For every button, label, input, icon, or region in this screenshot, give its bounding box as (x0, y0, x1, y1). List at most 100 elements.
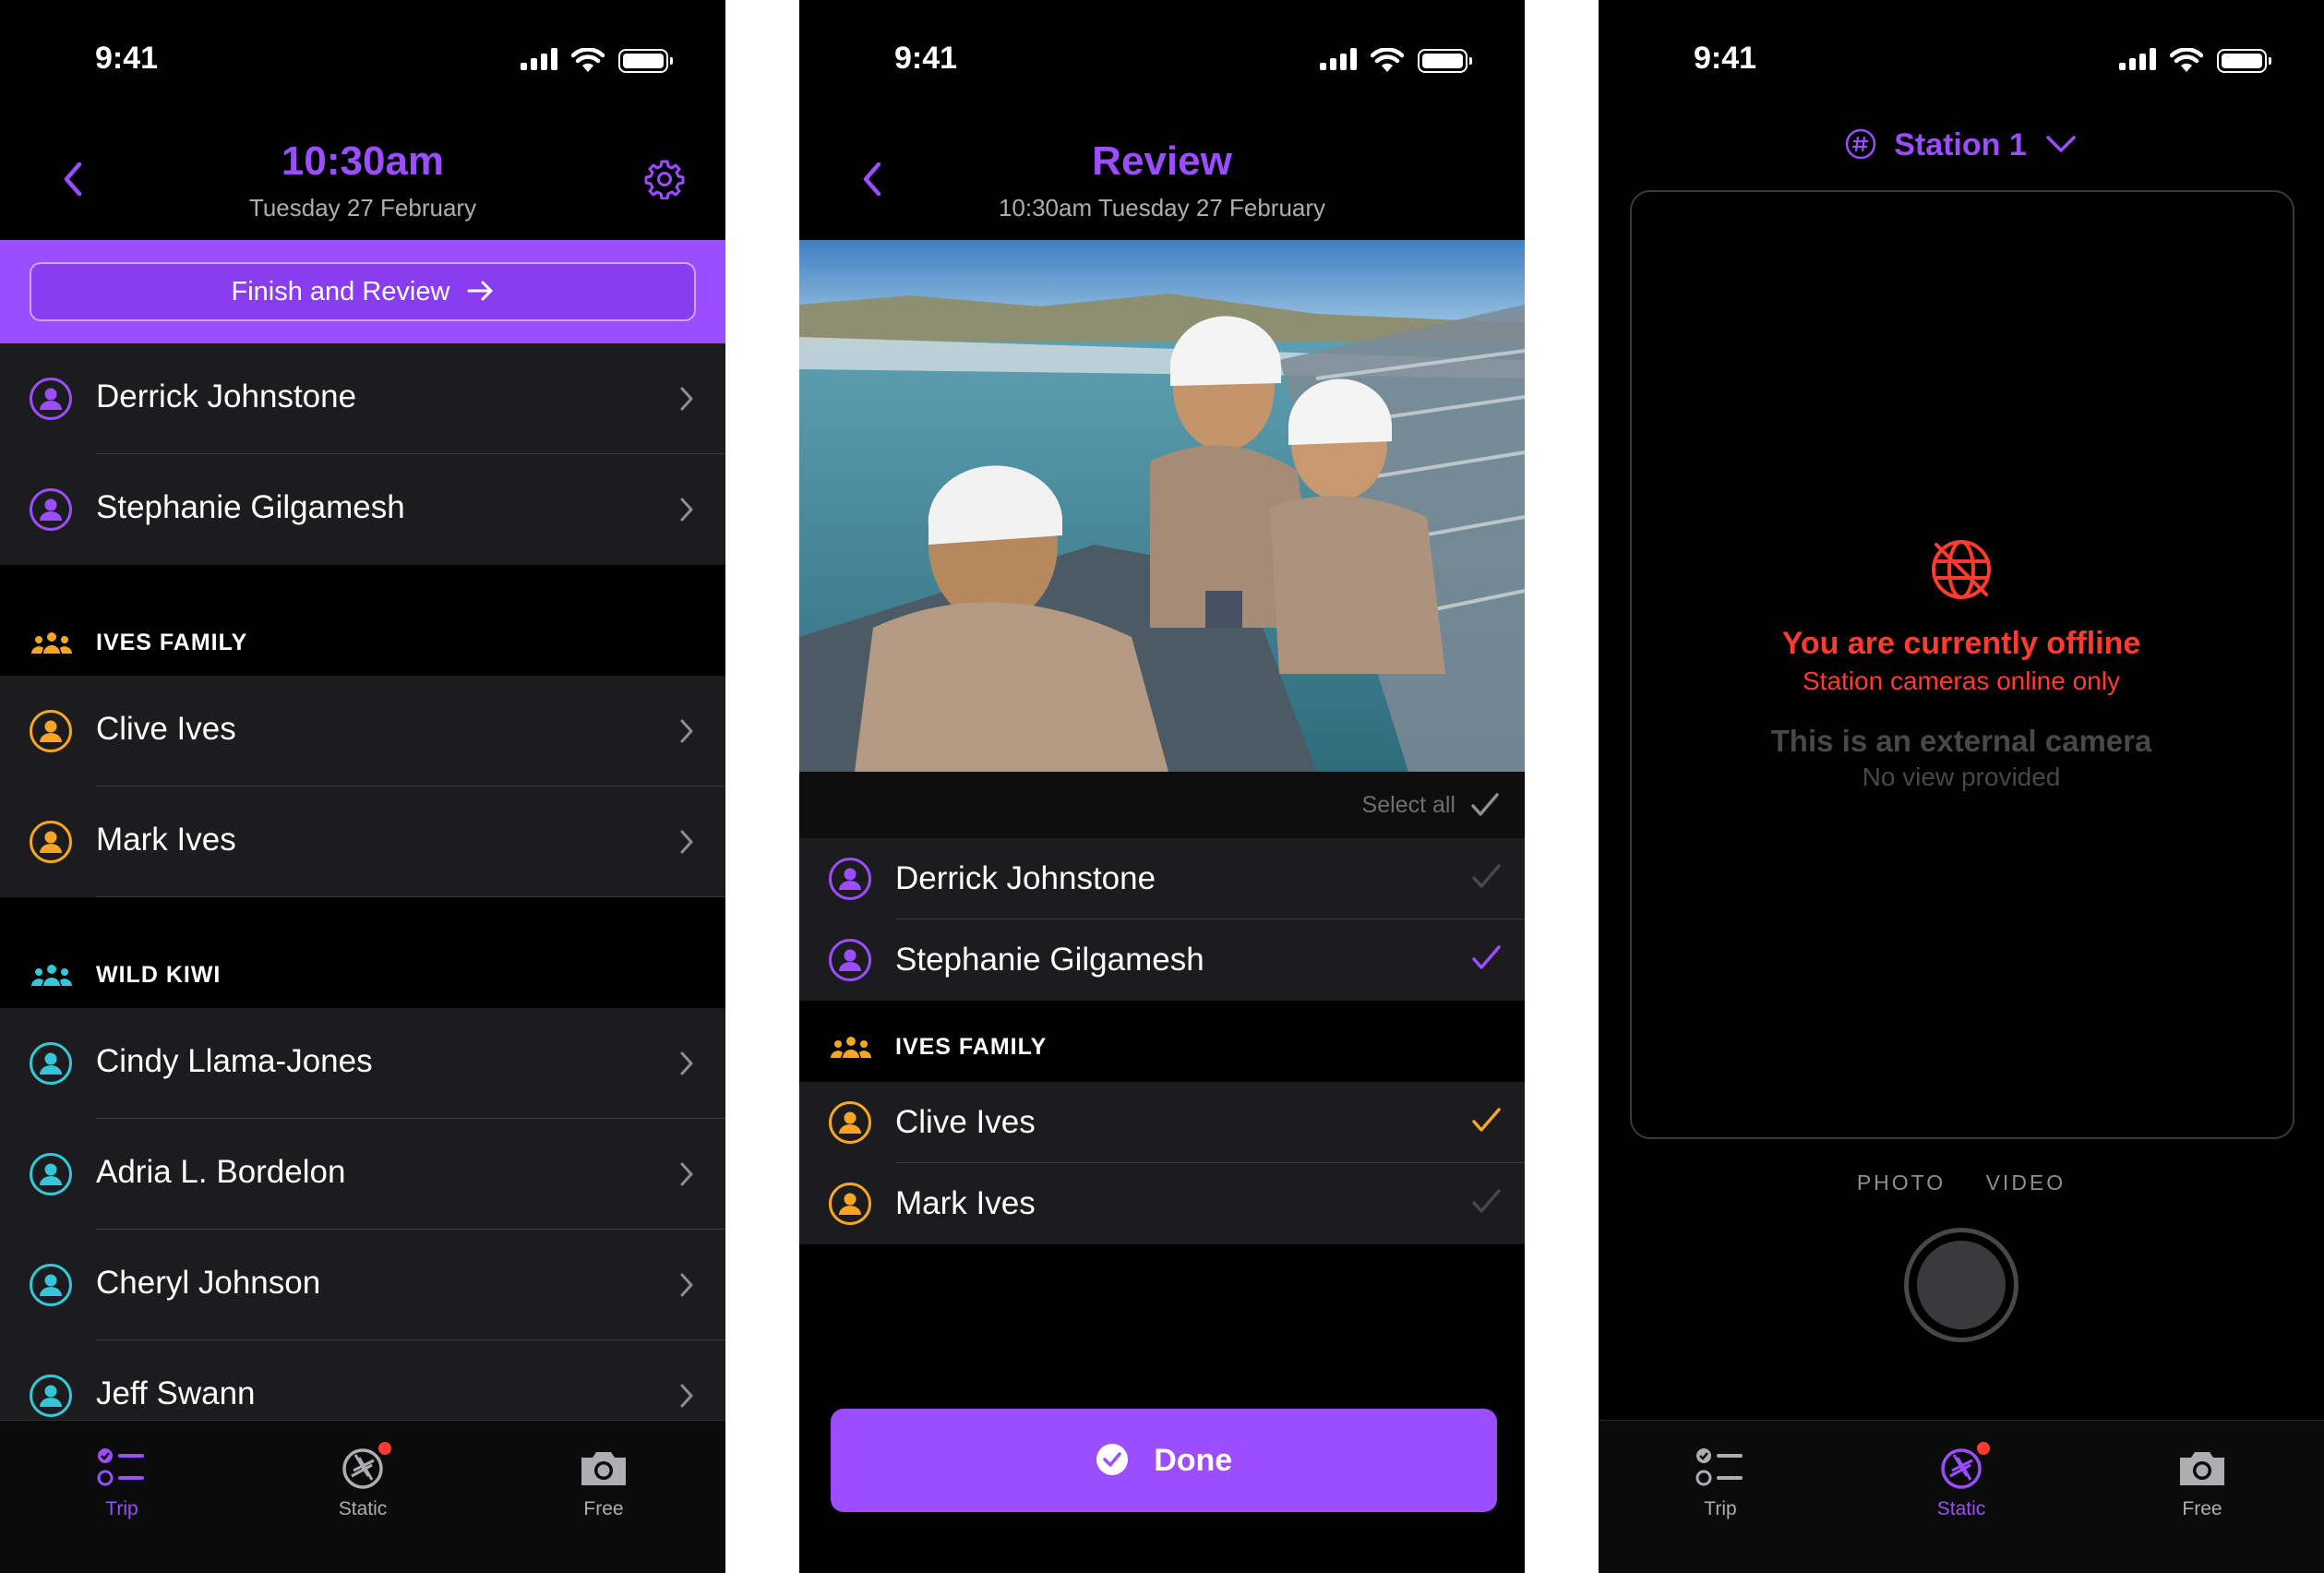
person-name: Cheryl Johnson (96, 1265, 321, 1301)
status-icons (1320, 44, 1472, 76)
group-header: IVES FAMILY (799, 1001, 1525, 1082)
chevron-right-icon (680, 719, 693, 743)
select-all-label: Select all (1361, 792, 1455, 818)
chevron-down-icon (2046, 136, 2076, 152)
list-item[interactable]: Stephanie Gilgamesh (0, 454, 725, 565)
list-item[interactable]: Derrick Johnstone (799, 838, 1525, 919)
check-circle-icon (1096, 1444, 1128, 1476)
chevron-right-icon (680, 830, 693, 854)
person-name: Jeff Swann (96, 1375, 256, 1411)
person-icon (30, 1153, 72, 1195)
offline-globe-icon (1932, 540, 1991, 599)
chevron-right-icon (680, 498, 693, 522)
done-button[interactable]: Done (831, 1409, 1497, 1512)
finish-review-label: Finish and Review (231, 277, 450, 306)
person-icon (30, 821, 72, 863)
page-title: 10:30am (281, 138, 445, 184)
person-icon (30, 488, 72, 531)
checkmark-icon[interactable] (1469, 942, 1503, 975)
group-header: WILD KIWI (0, 897, 725, 1008)
external-camera-subtitle: No view provided (1862, 762, 2061, 791)
trip-screen: 9:41 10:30am Tuesday 27 February Finish … (0, 0, 725, 1573)
list-item[interactable]: Derrick Johnstone (0, 343, 725, 454)
status-time: 9:41 (95, 41, 159, 76)
wifi-icon (571, 48, 605, 72)
list-item[interactable]: Clive Ives (0, 676, 725, 786)
notification-dot (1974, 1439, 1993, 1458)
tab-bar: Trip Static Free (1599, 1420, 2324, 1573)
group-title: WILD KIWI (96, 962, 222, 988)
person-name: Adria L. Bordelon (96, 1154, 346, 1190)
group-icon (831, 1037, 871, 1058)
group-icon (31, 965, 72, 986)
battery-icon (2217, 49, 2271, 73)
tab-bar: Trip Static Free (0, 1420, 725, 1573)
list-item[interactable]: Mark Ives (799, 1163, 1525, 1244)
person-name: Derrick Johnstone (96, 378, 357, 414)
list-item[interactable]: Cindy Llama-Jones (0, 1008, 725, 1119)
review-screen: 9:41 Review 10:30am Tuesday 27 February (799, 0, 1525, 1573)
person-icon (30, 1375, 72, 1417)
person-name: Derrick Johnstone (895, 860, 1156, 896)
person-name: Clive Ives (895, 1104, 1036, 1140)
static-camera-screen: 9:41 Station 1 You are currently offline… (1599, 0, 2324, 1573)
shutter-button[interactable] (1904, 1228, 2019, 1342)
group-photo (799, 240, 1525, 772)
wifi-icon (2170, 48, 2203, 72)
done-label: Done (1154, 1443, 1233, 1478)
finish-banner: Finish and Review (0, 240, 725, 343)
group-title: IVES FAMILY (895, 1034, 1048, 1060)
chevron-right-icon (680, 1384, 693, 1408)
arrow-right-icon (467, 281, 492, 301)
status-bar: 9:41 (0, 0, 725, 120)
list-item[interactable]: Clive Ives (799, 1082, 1525, 1163)
finish-review-button[interactable]: Finish and Review (30, 262, 696, 321)
status-bar: 9:41 (799, 0, 1525, 120)
chevron-right-icon (680, 1162, 693, 1186)
battery-icon (1418, 49, 1472, 73)
checkmark-icon[interactable] (1469, 1185, 1503, 1219)
person-name: Mark Ives (895, 1185, 1036, 1221)
person-name: Cindy Llama-Jones (96, 1043, 373, 1079)
checkmark-icon[interactable] (1469, 860, 1503, 894)
capture-modes: PHOTO VIDEO (1599, 1171, 2324, 1195)
person-icon (829, 858, 871, 900)
camera-icon (581, 1452, 626, 1485)
mode-video[interactable]: VIDEO (1986, 1171, 2066, 1195)
tab-label: Static (338, 1498, 388, 1519)
tab-free[interactable]: Free (2147, 1434, 2258, 1535)
group-title: IVES FAMILY (96, 630, 248, 655)
person-name: Stephanie Gilgamesh (96, 489, 405, 525)
status-icons (2119, 44, 2271, 76)
list-item[interactable]: Mark Ives (0, 786, 725, 897)
battery-icon (618, 49, 673, 73)
tab-label: Static (1936, 1498, 1986, 1519)
checklist-icon (97, 1448, 144, 1486)
person-icon (829, 1183, 871, 1225)
status-icons (521, 44, 673, 76)
group-header: IVES FAMILY (0, 565, 725, 676)
list-item[interactable]: Cheryl Johnson (0, 1230, 725, 1340)
chevron-right-icon (680, 1051, 693, 1075)
checkmark-icon[interactable] (1469, 1104, 1503, 1137)
page-subtitle: 10:30am Tuesday 27 February (998, 194, 1326, 222)
tab-label: Free (583, 1498, 624, 1519)
list-item[interactable]: Adria L. Bordelon (0, 1119, 725, 1230)
person-name: Mark Ives (96, 822, 236, 858)
checklist-icon (1695, 1448, 1743, 1486)
tab-static[interactable]: Static (1906, 1434, 2017, 1535)
tab-trip[interactable]: Trip (66, 1434, 177, 1535)
tab-free[interactable]: Free (548, 1434, 659, 1535)
mode-photo[interactable]: PHOTO (1857, 1171, 1946, 1195)
station-selector[interactable]: Station 1 (1599, 127, 2324, 163)
external-camera-title: This is an external camera (1770, 724, 2152, 758)
person-icon (30, 1264, 72, 1306)
chevron-right-icon (680, 1273, 693, 1297)
gear-icon[interactable] (644, 159, 685, 199)
tab-static[interactable]: Static (307, 1434, 418, 1535)
select-all-row[interactable]: Select all (799, 772, 1525, 838)
status-time: 9:41 (1694, 41, 1757, 76)
list-item[interactable]: Stephanie Gilgamesh (799, 919, 1525, 1001)
group-icon (31, 632, 72, 654)
tab-trip[interactable]: Trip (1665, 1434, 1776, 1535)
